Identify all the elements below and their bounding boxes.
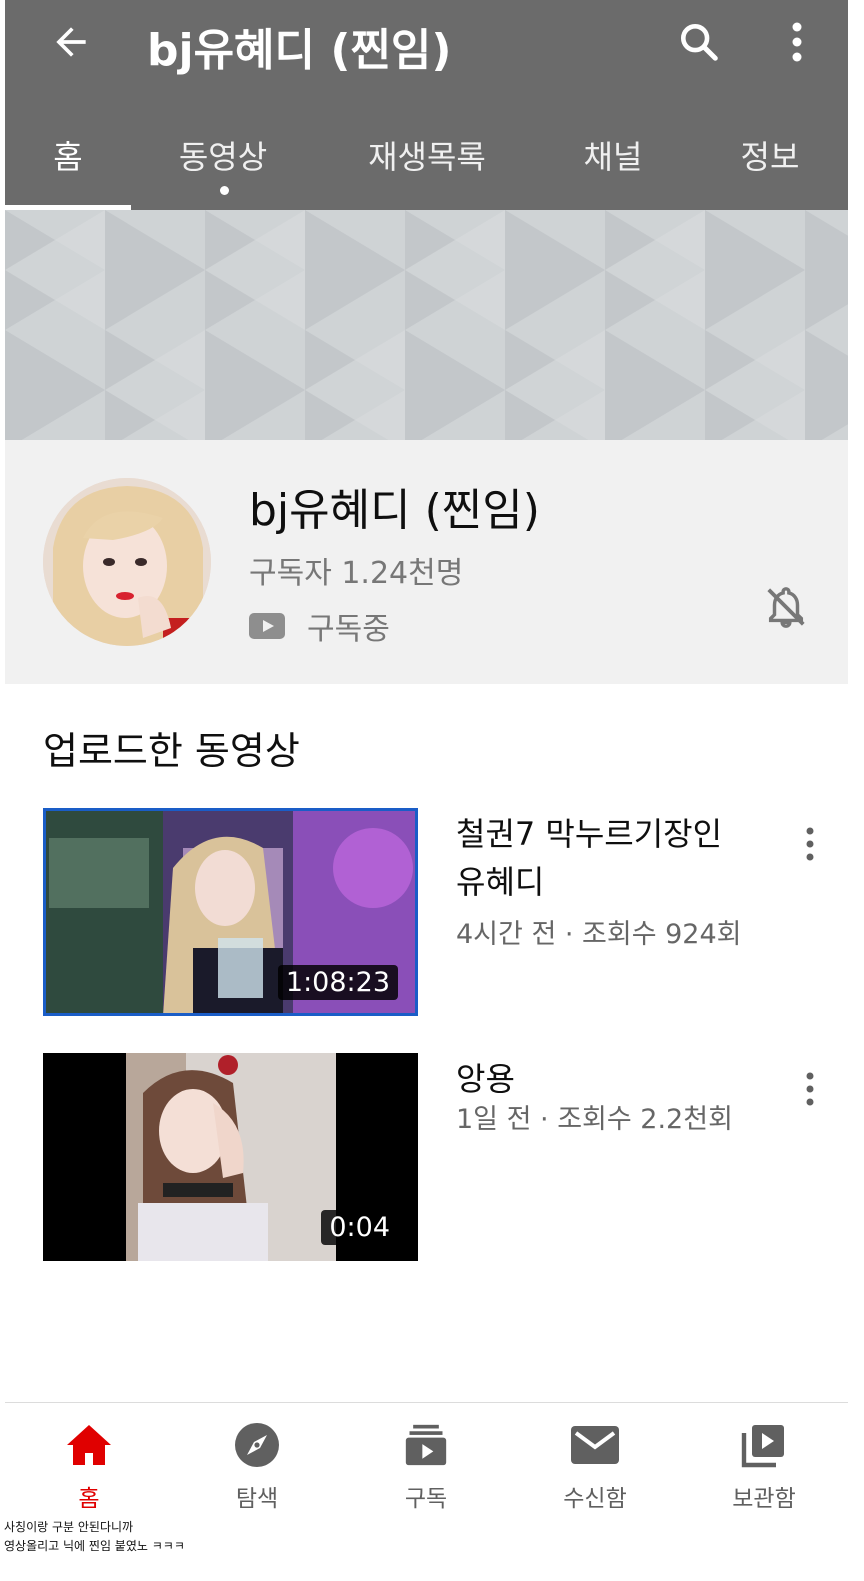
youtube-play-icon — [249, 613, 285, 639]
app-bar: bj유혜디 (찐임) 홈 동영상 재생목록 채널 정보 — [5, 0, 848, 210]
new-content-dot — [220, 186, 229, 195]
video-more-button[interactable] — [795, 1065, 825, 1113]
subscriber-count: 구독자 1.24천명 — [249, 556, 464, 591]
tab-label: 동영상 — [178, 138, 268, 176]
channel-name: bj유혜디 (찐임) — [249, 485, 540, 536]
tab-label: 정보 — [740, 138, 800, 176]
subscribe-status-button[interactable]: 구독중 — [249, 604, 390, 648]
back-button[interactable] — [45, 16, 97, 68]
notification-bell-button[interactable] — [759, 580, 813, 634]
video-item[interactable]: 0:04 앙용 1일 전 · 조회수 2.2천회 — [43, 1053, 848, 1261]
home-icon — [63, 1419, 115, 1471]
nav-label: 홈 — [78, 1486, 100, 1512]
nav-inbox[interactable]: 수신함 — [511, 1403, 679, 1516]
video-duration: 0:04 — [321, 1210, 398, 1245]
tab-label: 홈 — [53, 138, 83, 176]
video-item[interactable]: 1:08:23 철권7 막누르기장인 유혜디 4시간 전 · 조회수 924회 — [43, 808, 848, 1016]
channel-tabs: 홈 동영상 재생목록 채널 정보 — [5, 100, 848, 210]
tab-channels[interactable]: 채널 — [535, 100, 691, 210]
video-duration: 1:08:23 — [277, 965, 398, 1000]
inbox-mail-icon — [569, 1419, 621, 1471]
search-icon — [680, 23, 718, 61]
tab-playlists[interactable]: 재생목록 — [335, 100, 519, 210]
tab-label: 채널 — [583, 138, 643, 176]
tab-home[interactable]: 홈 — [5, 100, 131, 210]
channel-avatar[interactable] — [43, 478, 211, 646]
channel-info: bj유혜디 (찐임) 구독자 1.24천명 구독중 — [5, 440, 848, 684]
more-options-button[interactable] — [775, 16, 819, 68]
video-thumbnail[interactable]: 1:08:23 — [43, 808, 418, 1016]
video-title[interactable]: 철권7 막누르기장인 유혜디 — [456, 810, 756, 906]
nav-label: 탐색 — [235, 1486, 279, 1512]
more-vertical-icon — [806, 1072, 814, 1106]
nav-label: 수신함 — [563, 1486, 627, 1512]
bell-off-icon — [767, 587, 805, 628]
nav-subscriptions[interactable]: 구독 — [342, 1403, 510, 1516]
nav-home[interactable]: 홈 — [5, 1403, 173, 1516]
more-vertical-icon — [792, 22, 802, 62]
more-vertical-icon — [806, 827, 814, 861]
video-meta: 1일 전 · 조회수 2.2천회 — [456, 1104, 733, 1135]
app-title: bj유혜디 (찐임) — [147, 25, 452, 76]
subscription-status: 구독중 — [307, 612, 390, 647]
nav-explore[interactable]: 탐색 — [173, 1403, 341, 1516]
video-title[interactable]: 앙용 — [456, 1055, 756, 1103]
explore-compass-icon — [231, 1419, 283, 1471]
search-button[interactable] — [673, 16, 725, 68]
video-meta: 4시간 전 · 조회수 924회 — [456, 919, 742, 950]
caption-line: 영상올리고 닉에 찐임 붙였노 ㅋㅋㅋ — [4, 1539, 185, 1553]
video-thumbnail[interactable]: 0:04 — [43, 1053, 418, 1261]
channel-banner — [5, 210, 848, 440]
tab-about[interactable]: 정보 — [705, 100, 835, 210]
back-arrow-icon — [56, 27, 86, 57]
library-icon — [738, 1419, 790, 1471]
nav-library[interactable]: 보관함 — [680, 1403, 848, 1516]
video-more-button[interactable] — [795, 820, 825, 868]
tab-label: 재생목록 — [368, 138, 486, 176]
caption-line: 사칭이랑 구분 안된다니까 — [4, 1520, 134, 1534]
bottom-navigation: 홈 탐색 구독 수신함 보관함 — [5, 1402, 848, 1516]
nav-label: 구독 — [404, 1486, 448, 1512]
subscriptions-icon — [400, 1419, 452, 1471]
uploads-section-title: 업로드한 동영상 — [43, 729, 300, 773]
nav-label: 보관함 — [732, 1486, 796, 1512]
phone-screen: bj유혜디 (찐임) 홈 동영상 재생목록 채널 정보 bj유혜디 (찐임) 구… — [5, 0, 848, 1516]
